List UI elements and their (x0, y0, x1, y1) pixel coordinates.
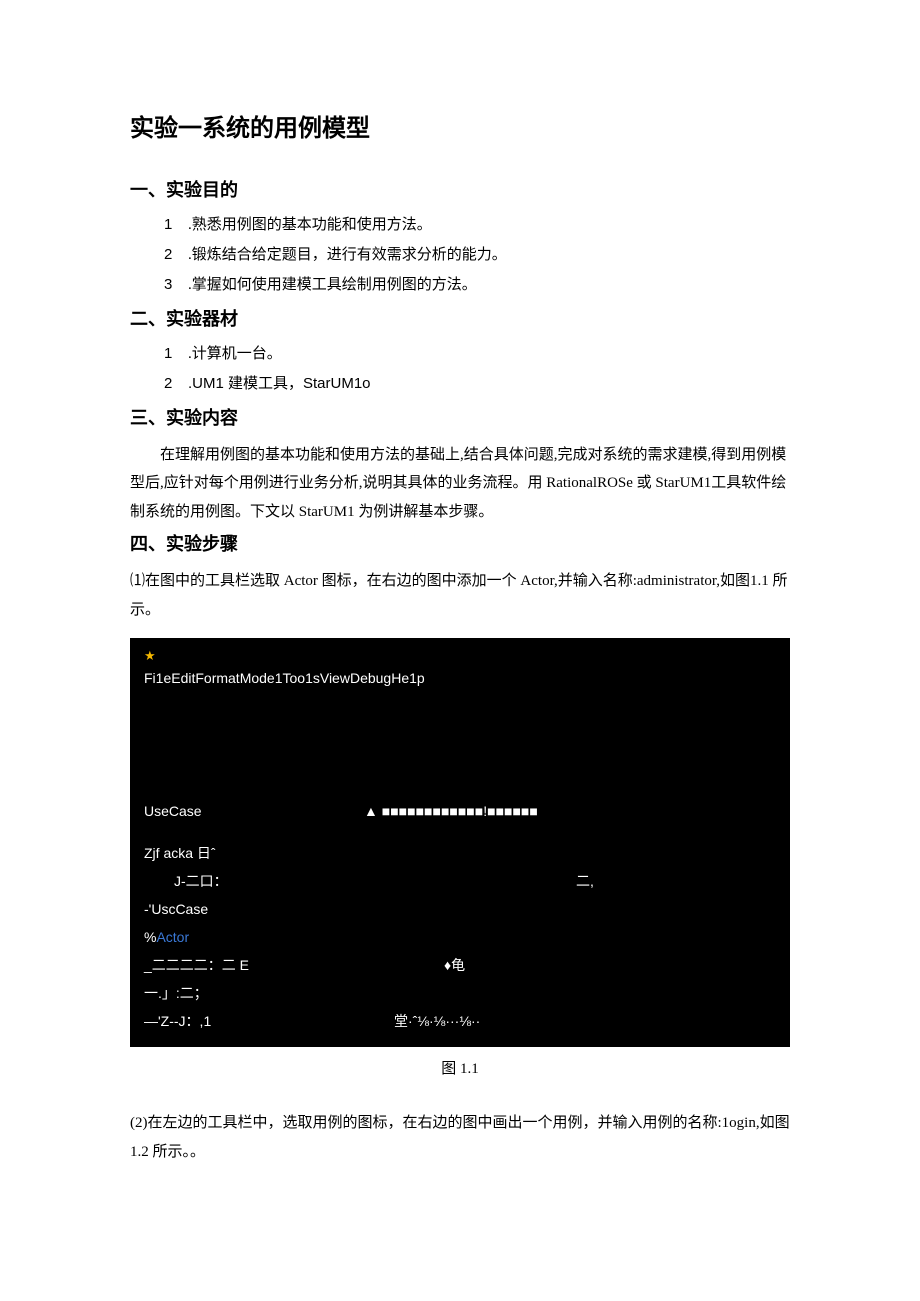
step-1-text: ⑴在图中的工具栏选取 Actor 图标，在右边的图中添加一个 Actor,并输入… (130, 567, 790, 624)
item-number: 2 (164, 372, 188, 396)
row-left: —'Z--J：,1 (144, 1010, 364, 1032)
item-text: .掌握如何使用建模工具绘制用例图的方法。 (188, 273, 790, 297)
step-2-text: (2)在左边的工具栏中，选取用例的图标，在右边的图中画出一个用例，并输入用例的名… (130, 1109, 790, 1166)
item-number: 2 (164, 243, 188, 267)
row-right: ♦龟 (444, 954, 465, 976)
item-number: 1 (164, 213, 188, 237)
row-text: Zjf acka 日ˆ (144, 842, 216, 864)
list-item: 2 .锻炼结合给定题目，进行有效需求分析的能力。 (164, 243, 790, 267)
section-3-heading: 三、实验内容 (130, 404, 790, 433)
section-4-heading: 四、实验步骤 (130, 530, 790, 559)
star-icon: ★ (144, 646, 776, 667)
row-text: -'UscCase (144, 898, 208, 920)
section-3-paragraph: 在理解用例图的基本功能和使用方法的基础上,结合具体问题,完成对系统的需求建模,得… (130, 441, 790, 527)
item-text: .锻炼结合给定题目，进行有效需求分析的能力。 (188, 243, 790, 267)
row-left: _二二二二：二 E (144, 954, 444, 976)
toolbox-row-actor: %Actor (144, 925, 776, 949)
toolbox-row: —'Z--J：,1 堂·ˆ⅛·⅛···⅛·· (144, 1009, 776, 1033)
item-text: .计算机一台。 (188, 342, 790, 366)
list-item: 3 .掌握如何使用建模工具绘制用例图的方法。 (164, 273, 790, 297)
item-text: .熟悉用例图的基本功能和使用方法。 (188, 213, 790, 237)
row-right: 二, (394, 870, 776, 892)
item-number: 3 (164, 273, 188, 297)
toolbox-row-usecase: UseCase ▲ ■■■■■■■■■■■■!■■■■■■ (144, 799, 776, 823)
menubar-text: Fi1eEditFormatMode1Too1sViewDebugHe1p (144, 667, 776, 689)
list-item: 1 .熟悉用例图的基本功能和使用方法。 (164, 213, 790, 237)
row-left: J-二口： (174, 870, 394, 892)
row-right: ▲ ■■■■■■■■■■■■!■■■■■■ (364, 800, 776, 822)
toolbox-row: Zjf acka 日ˆ (144, 841, 776, 865)
row-left: UseCase (144, 800, 364, 822)
row-right: 堂·ˆ⅛·⅛···⅛·· (364, 1010, 776, 1032)
figure-1-1-caption: 图 1.1 (130, 1057, 790, 1081)
item-number: 1 (164, 342, 188, 366)
toolbox-row: 一.」:二； (144, 981, 776, 1005)
actor-link: Actor (156, 929, 189, 945)
list-item: 1 .计算机一台。 (164, 342, 790, 366)
section-1-list: 1 .熟悉用例图的基本功能和使用方法。 2 .锻炼结合给定题目，进行有效需求分析… (164, 213, 790, 297)
page-title: 实验一系统的用例模型 (130, 110, 790, 148)
screenshot-figure-1-1: ★ Fi1eEditFormatMode1Too1sViewDebugHe1p … (130, 638, 790, 1047)
item-text: .UM1 建模工具，StarUM1o (188, 372, 790, 396)
section-2-list: 1 .计算机一台。 2 .UM1 建模工具，StarUM1o (164, 342, 790, 396)
toolbox-row: J-二口： 二, (144, 869, 776, 893)
toolbox-row-usccase: -'UscCase (144, 897, 776, 921)
toolbox-row: _二二二二：二 E ♦龟 (144, 953, 776, 977)
section-1-heading: 一、实验目的 (130, 176, 790, 205)
list-item: 2 .UM1 建模工具，StarUM1o (164, 372, 790, 396)
section-2-heading: 二、实验器材 (130, 305, 790, 334)
row-text: 一.」:二； (144, 982, 208, 1004)
